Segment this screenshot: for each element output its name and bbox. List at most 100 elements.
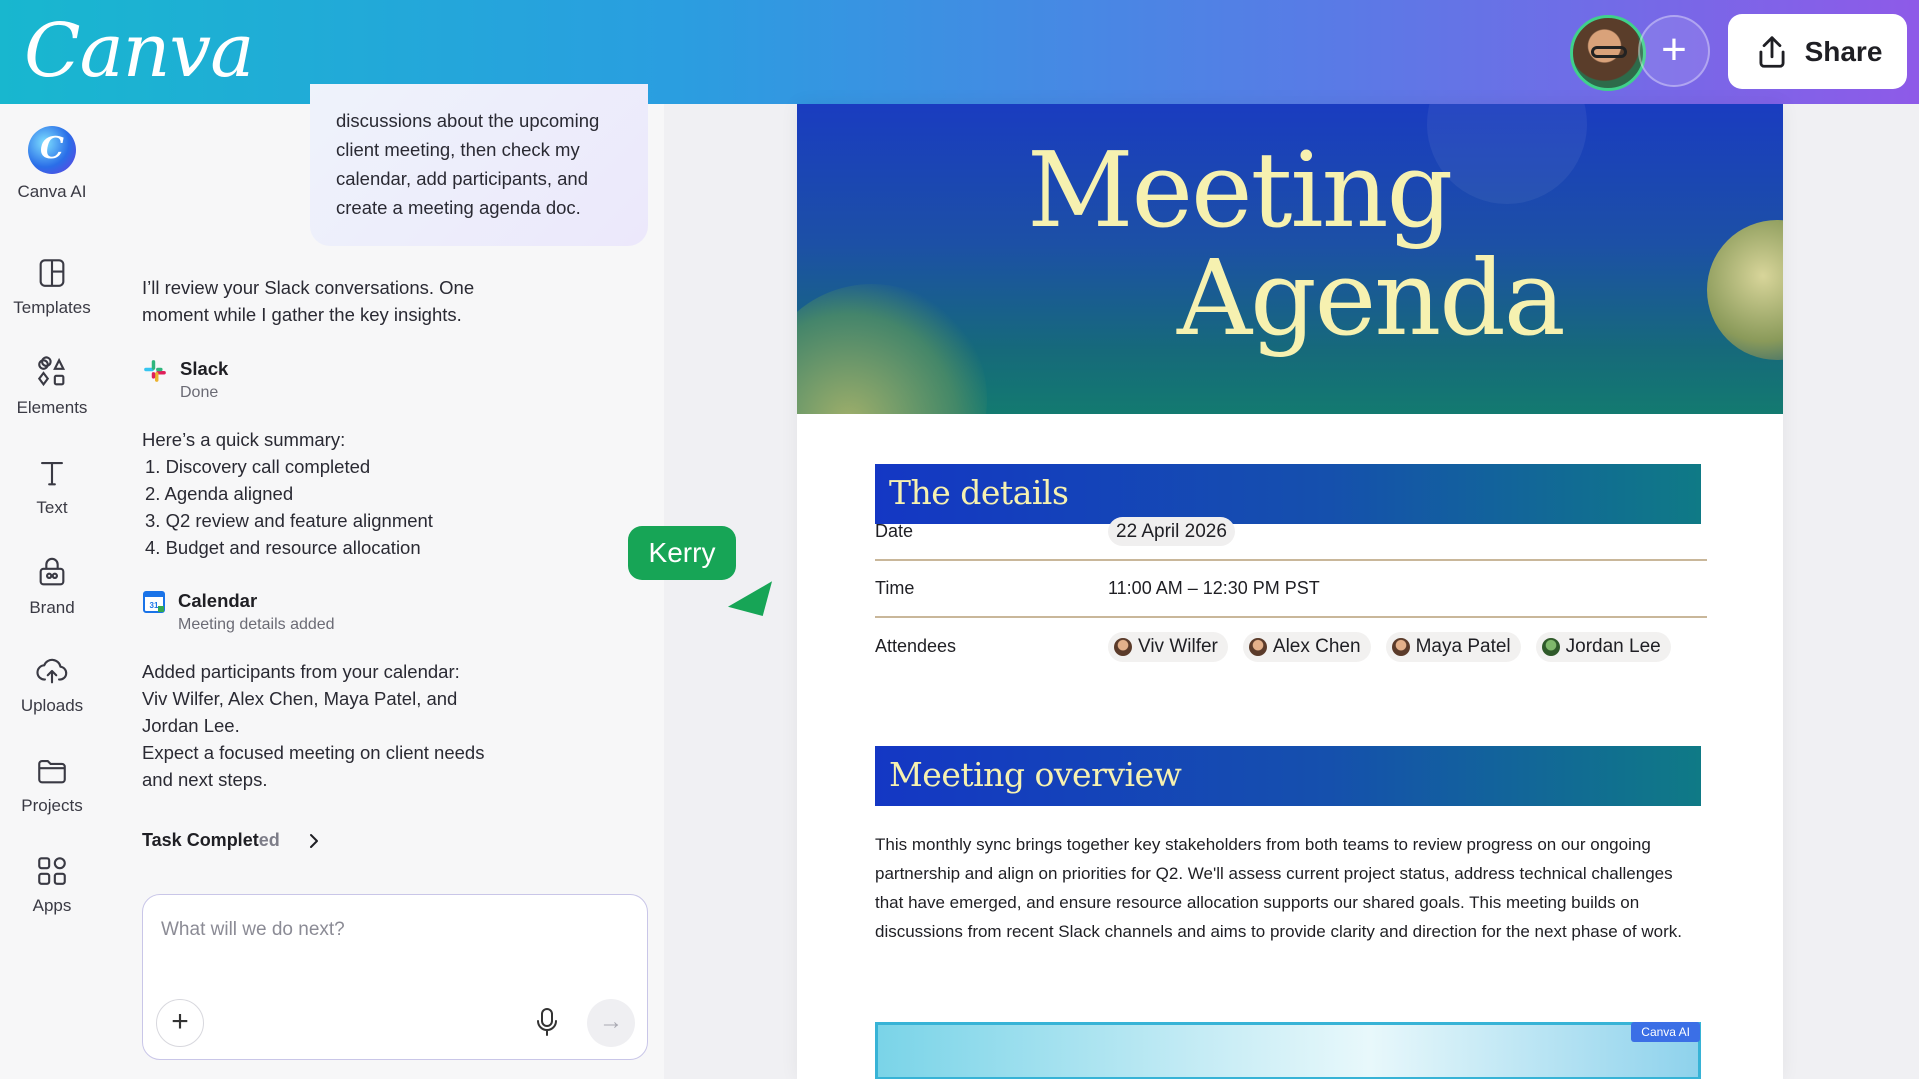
templates-icon bbox=[39, 259, 65, 287]
decor-orb bbox=[797, 284, 987, 414]
title-line: Agenda bbox=[1177, 237, 1566, 359]
document-title[interactable]: Meeting Agenda bbox=[1027, 136, 1566, 359]
summary-item: 3. Q2 review and feature alignment bbox=[145, 510, 433, 531]
message-line: Added participants from your calendar: bbox=[142, 661, 460, 682]
microphone-icon[interactable] bbox=[535, 1007, 559, 1037]
date-value: 22 April 2026 bbox=[1108, 516, 1235, 546]
rail-label: Elements bbox=[16, 398, 88, 417]
section-heading: Meeting overview bbox=[889, 755, 1182, 794]
tool-calendar: 31 Calendar Meeting details added bbox=[142, 590, 335, 634]
attendee-name: Jordan Lee bbox=[1565, 635, 1661, 657]
rail-item-templates[interactable]: Templates bbox=[0, 256, 104, 318]
rail-item-uploads[interactable]: Uploads bbox=[0, 654, 104, 716]
attendee-list: Viv Wilfer Alex Chen Maya Patel Jordan L… bbox=[1108, 631, 1681, 662]
assistant-reply-2: Added participants from your calendar: V… bbox=[142, 658, 484, 793]
overview-heading-bar[interactable]: Meeting overview bbox=[875, 746, 1701, 806]
attendee-chip[interactable]: Alex Chen bbox=[1242, 631, 1371, 662]
canva-ai-chat-panel: discussions about the upcoming client me… bbox=[104, 84, 664, 1079]
document-page[interactable]: Meeting Agenda The details Date 22 April… bbox=[797, 104, 1783, 1079]
prompt-composer: + → bbox=[142, 894, 648, 1060]
rail-item-text[interactable]: Text bbox=[0, 456, 104, 518]
row-key: Date bbox=[875, 521, 914, 541]
rail-item-brand[interactable]: Brand bbox=[0, 556, 104, 618]
title-line: Meeting bbox=[1027, 129, 1453, 251]
text-icon bbox=[41, 462, 63, 486]
message-line: and next steps. bbox=[142, 769, 268, 790]
detail-row-date[interactable]: Date 22 April 2026 bbox=[875, 504, 1707, 561]
brand-icon bbox=[39, 557, 65, 586]
ai-generating-block[interactable]: Canva AI bbox=[875, 1022, 1701, 1079]
message-line: client meeting, then check my bbox=[336, 139, 580, 160]
user-avatar[interactable] bbox=[1570, 15, 1646, 91]
rail-item-canva-ai[interactable]: C Canva AI bbox=[0, 126, 104, 202]
attendee-chip[interactable]: Jordan Lee bbox=[1535, 631, 1671, 662]
summary-item: 2. Agenda aligned bbox=[145, 483, 294, 504]
overview-paragraph[interactable]: This monthly sync brings together key st… bbox=[875, 830, 1705, 946]
add-collaborator-button[interactable]: + bbox=[1638, 15, 1710, 87]
send-button[interactable]: → bbox=[587, 999, 635, 1047]
attendee-avatar bbox=[1248, 637, 1267, 656]
uploads-icon bbox=[36, 658, 68, 684]
apps-icon bbox=[38, 857, 66, 885]
canva-logo[interactable]: Canva bbox=[24, 8, 254, 94]
message-line: moment while I gather the key insights. bbox=[142, 304, 462, 325]
tool-status: Meeting details added bbox=[178, 616, 335, 633]
attendee-chip[interactable]: Viv Wilfer bbox=[1108, 631, 1228, 662]
prompt-input[interactable] bbox=[161, 919, 621, 941]
message-line: discussions about the upcoming bbox=[336, 110, 600, 131]
attendee-avatar bbox=[1391, 637, 1410, 656]
user-message-bubble: discussions about the upcoming client me… bbox=[310, 84, 648, 246]
time-value: 11:00 AM – 12:30 PM PST bbox=[1108, 578, 1320, 598]
rail-label: Brand bbox=[29, 598, 75, 617]
decor-orb bbox=[1707, 220, 1783, 360]
attendee-chip[interactable]: Maya Patel bbox=[1385, 631, 1521, 662]
top-bar: Canva + Share bbox=[0, 0, 1919, 104]
attendee-avatar bbox=[1114, 637, 1132, 656]
rail-label: Templates bbox=[13, 298, 91, 317]
summary-block: Here’s a quick summary: 1. Discovery cal… bbox=[142, 426, 433, 561]
attendee-name: Maya Patel bbox=[1415, 635, 1511, 657]
hero-banner[interactable]: Meeting Agenda bbox=[797, 104, 1783, 414]
rail-label: Apps bbox=[32, 896, 72, 915]
share-label: Share bbox=[1804, 35, 1883, 67]
svg-text:31: 31 bbox=[150, 601, 159, 610]
detail-row-time[interactable]: Time 11:00 AM – 12:30 PM PST bbox=[875, 561, 1707, 618]
rail-label: Text bbox=[36, 498, 68, 517]
assistant-reply-1: I’ll review your Slack conversations. On… bbox=[142, 274, 474, 328]
share-upload-icon bbox=[1759, 35, 1785, 68]
row-key: Attendees bbox=[875, 636, 957, 656]
task-completed-toggle[interactable]: Task Completed bbox=[142, 830, 320, 851]
collaborator-name-tag: Kerry bbox=[628, 526, 736, 580]
summary-intro: Here’s a quick summary: bbox=[142, 429, 346, 450]
tool-name: Slack bbox=[180, 358, 229, 379]
projects-icon bbox=[38, 760, 66, 784]
rail-label: Uploads bbox=[20, 696, 84, 715]
elements-icon bbox=[37, 356, 66, 387]
side-rail: C Canva AI Templates Elements Text Brand… bbox=[0, 104, 104, 1079]
message-line: Jordan Lee. bbox=[142, 715, 240, 736]
detail-row-attendees[interactable]: Attendees Viv Wilfer Alex Chen Maya Pate… bbox=[875, 618, 1707, 675]
task-completed-label: Task Completed bbox=[142, 830, 280, 851]
message-line: create a meeting agenda doc. bbox=[336, 197, 581, 218]
canva-ai-tag: Canva AI bbox=[1631, 1022, 1700, 1042]
add-attachment-button[interactable]: + bbox=[156, 999, 204, 1047]
share-button[interactable]: Share bbox=[1728, 14, 1907, 89]
summary-item: 1. Discovery call completed bbox=[145, 456, 371, 477]
avatar-glasses bbox=[1591, 46, 1627, 58]
message-line: I’ll review your Slack conversations. On… bbox=[142, 277, 475, 298]
message-line: calendar, add participants, and bbox=[336, 168, 588, 189]
rail-item-apps[interactable]: Apps bbox=[0, 854, 104, 916]
tool-slack: Slack Done bbox=[142, 358, 228, 402]
rail-label: Projects bbox=[21, 796, 83, 815]
tool-name: Calendar bbox=[178, 590, 258, 611]
summary-item: 4. Budget and resource allocation bbox=[145, 537, 421, 558]
attendee-avatar bbox=[1541, 637, 1560, 656]
canva-ai-icon: C bbox=[28, 126, 76, 174]
message-line: Viv Wilfer, Alex Chen, Maya Patel, and bbox=[142, 688, 458, 709]
task-completed-text-fade: ed bbox=[258, 830, 280, 850]
rail-item-elements[interactable]: Elements bbox=[0, 356, 104, 418]
attendee-name: Alex Chen bbox=[1272, 635, 1361, 657]
rail-item-projects[interactable]: Projects bbox=[0, 754, 104, 816]
chevron-right-icon bbox=[309, 833, 318, 848]
row-key: Time bbox=[875, 578, 915, 598]
